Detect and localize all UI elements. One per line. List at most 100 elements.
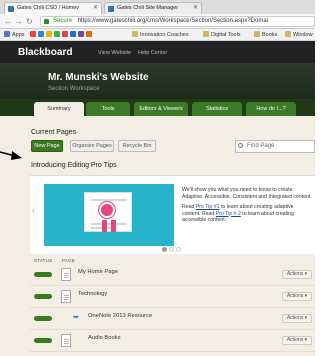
new-page-button[interactable]: New Page — [31, 140, 63, 152]
search-icon — [238, 143, 243, 148]
apps-grid-icon — [4, 31, 10, 37]
folder-icon — [285, 31, 291, 37]
page-title-link[interactable]: Audio Books — [88, 335, 121, 341]
url-text: https://www.gateschili.org/cms/Workspace… — [77, 18, 268, 24]
status-column-header: STATUS — [34, 258, 53, 263]
browser-tab-site-manager[interactable]: Gates Chili Site Manager ✕ — [104, 2, 202, 14]
recycle-bin-button[interactable]: Recycle Bin — [118, 140, 156, 152]
bookmark-apps[interactable]: Apps — [4, 29, 25, 40]
lock-icon — [44, 19, 49, 24]
tips-links-text: Read Pro Tip #1 to learn about creating … — [182, 204, 312, 224]
bookmark-innovation-coaches[interactable]: Innovation Coaches — [132, 29, 189, 40]
table-row[interactable]: ➥ OneNote 2013 Resource Actions ▾ — [30, 309, 315, 330]
pointer-arrow-icon — [0, 151, 22, 160]
tab-editors-viewers[interactable]: Editors & Viewers — [134, 102, 188, 116]
actions-dropdown[interactable]: Actions ▾ — [282, 292, 312, 301]
page-column-header: PAGE — [62, 258, 75, 263]
tips-text-fragment: Read — [182, 204, 196, 210]
pro-tip-2-link[interactable]: Pro Tip # 2 — [216, 211, 241, 217]
bookmark-favicon-icon[interactable] — [70, 31, 76, 37]
help-center-link[interactable]: Help Center — [138, 50, 167, 56]
pro-tip-1-link[interactable]: Pro Tip #1 — [196, 204, 220, 210]
tips-heading: Introducing Editing Pro Tips — [31, 162, 117, 169]
current-pages-heading: Current Pages — [31, 129, 77, 136]
url-field[interactable]: Secure https://www.gateschili.org/cms/Wo… — [40, 16, 315, 27]
page-title-link[interactable]: My Home Page — [78, 269, 118, 275]
table-row[interactable]: Technology Actions ▾ — [30, 287, 315, 308]
back-arrow-icon[interactable]: ← — [4, 17, 12, 26]
ribbon-tail — [111, 220, 116, 232]
tab-statistics[interactable]: Statistics — [192, 102, 242, 116]
bookmark-favicon-icon[interactable] — [38, 31, 44, 37]
status-badge[interactable] — [34, 294, 52, 299]
bookmark-favicon-icon[interactable] — [30, 31, 36, 37]
bookmark-digital-tools[interactable]: Digital Tools — [203, 29, 241, 40]
tips-description: We'll show you what you need to know to … — [182, 187, 312, 228]
actions-dropdown[interactable]: Actions ▾ — [282, 336, 312, 345]
certificate-line — [91, 223, 127, 225]
certificate-line — [91, 199, 127, 201]
bookmark-books[interactable]: Books — [254, 29, 278, 40]
table-row[interactable]: Audio Books Actions ▾ — [30, 331, 315, 352]
carousel-dot[interactable] — [162, 247, 167, 252]
carousel-prev-icon[interactable]: ‹ — [32, 205, 35, 215]
ribbon-tail — [102, 220, 107, 232]
page-subtitle: Section Workspace — [48, 86, 100, 92]
bookmark-label: Digital Tools — [211, 32, 241, 38]
bookmark-label: Books — [262, 32, 278, 38]
bookmark-window[interactable]: Window — [285, 29, 313, 40]
carousel-dot[interactable] — [176, 247, 181, 252]
tab-summary[interactable]: Summary — [34, 102, 84, 116]
workspace-nav: Summary Tools Editors & Viewers Statisti… — [0, 99, 315, 116]
address-bar-row: ← → ↻ Secure https://www.gateschili.org/… — [0, 14, 315, 29]
page-title-link[interactable]: OneNote 2013 Resource — [88, 313, 152, 319]
bookmark-favicon-icon[interactable] — [54, 31, 60, 37]
table-row[interactable]: My Home Page Actions ▾ — [30, 265, 315, 286]
close-tab-icon[interactable]: ✕ — [193, 3, 198, 14]
page-title: Mr. Munski's Website — [48, 72, 149, 83]
bookmark-favicon-icon[interactable] — [78, 31, 84, 37]
view-website-link[interactable]: View Website — [98, 50, 131, 56]
find-page-placeholder: Find Page — [247, 143, 275, 149]
close-tab-icon[interactable]: ✕ — [93, 3, 98, 14]
bookmark-label: Innovation Coaches — [140, 32, 189, 38]
folder-icon — [203, 31, 209, 37]
bookmarks-bar: Apps Innovation Coaches Digital Tools Bo… — [0, 29, 315, 41]
status-badge[interactable] — [34, 316, 52, 321]
page-icon — [61, 334, 71, 347]
secure-label: Secure — [53, 18, 73, 24]
folder-icon — [132, 31, 138, 37]
reload-icon[interactable]: ↻ — [26, 17, 33, 26]
bookmark-favicon-icon[interactable] — [46, 31, 52, 37]
bookmark-icon-strip — [30, 29, 94, 40]
bookmark-favicon-icon[interactable] — [62, 31, 68, 37]
page-title-link[interactable]: Technology — [78, 291, 107, 297]
actions-dropdown[interactable]: Actions ▾ — [282, 270, 312, 279]
certificate-illustration — [44, 184, 174, 246]
find-page-input[interactable]: Find Page — [235, 140, 315, 153]
folder-icon — [254, 31, 260, 37]
browser-tab-homepage[interactable]: Gates Chili CSD / Homev ✕ — [4, 2, 102, 14]
blackboard-logo[interactable]: Blackboard — [18, 47, 72, 58]
bookmark-label: Apps — [12, 32, 25, 38]
page-icon — [61, 268, 71, 281]
award-ribbon-icon — [99, 202, 115, 218]
actions-dropdown[interactable]: Actions ▾ — [282, 314, 312, 323]
bookmark-label: Window — [293, 32, 313, 38]
tab-how-do-i[interactable]: How do I...? — [246, 102, 296, 116]
tab-tools[interactable]: Tools — [86, 102, 130, 116]
bookmark-favicon-icon[interactable] — [86, 31, 92, 37]
carousel-dots — [162, 247, 183, 254]
tips-intro-text: We'll show you what you need to know to … — [182, 187, 312, 200]
blackboard-topbar: Blackboard View Website Help Center — [0, 41, 315, 63]
status-badge[interactable] — [34, 272, 52, 277]
forward-arrow-icon[interactable]: → — [15, 17, 23, 26]
site-favicon-icon — [108, 6, 114, 12]
child-page-arrow-icon: ➥ — [73, 314, 79, 321]
site-favicon-icon — [8, 6, 14, 12]
browser-tab-strip: Gates Chili CSD / Homev ✕ Gates Chili Si… — [0, 0, 315, 14]
status-badge[interactable] — [34, 338, 52, 343]
carousel-dot[interactable] — [169, 247, 174, 252]
organize-pages-button[interactable]: Organize Pages — [70, 140, 114, 152]
section-header: Mr. Munski's Website Section Workspace — [0, 63, 315, 99]
